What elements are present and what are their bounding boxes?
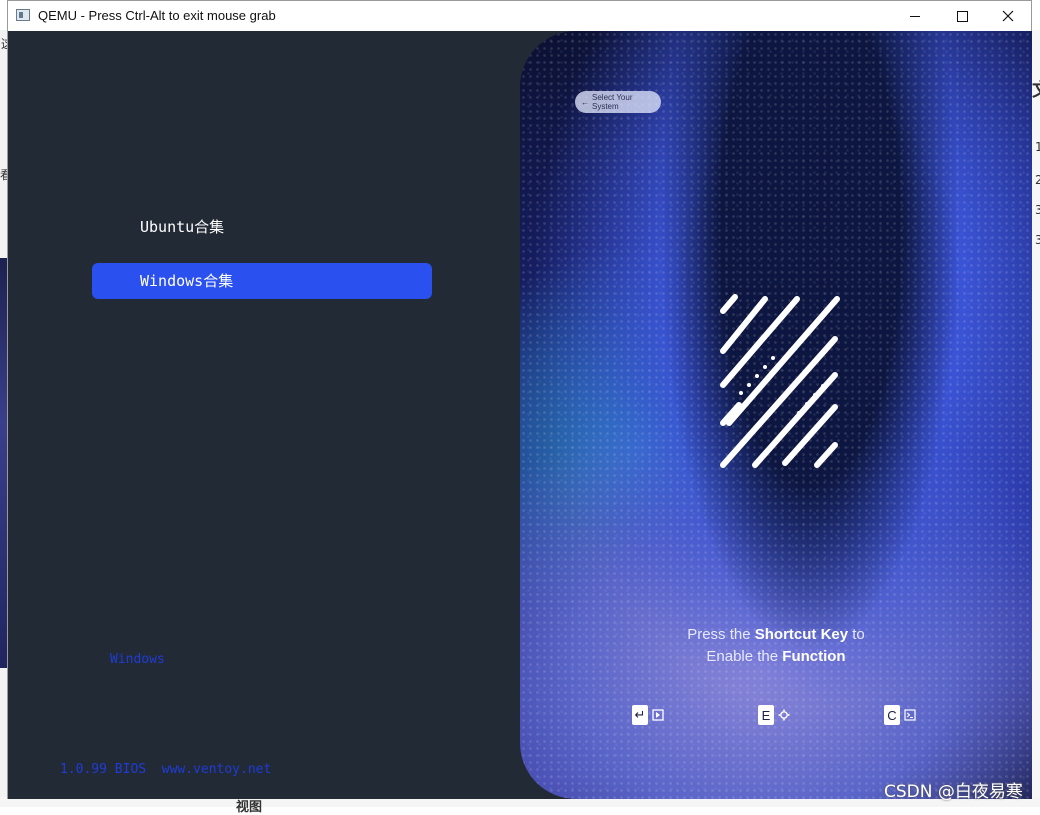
qemu-app-icon <box>16 9 30 21</box>
host-text-fragment: 文 <box>1032 76 1040 102</box>
host-text-fragment: 3 <box>1035 233 1040 247</box>
qemu-window: QEMU - Press Ctrl-Alt to exit mouse grab… <box>7 0 1032 799</box>
press-shortcut-line1: Press the Shortcut Key to <box>520 624 1032 646</box>
minimize-icon <box>910 15 920 17</box>
selected-entry-label: Windows <box>110 652 165 667</box>
ventoy-stripes-logo <box>720 294 840 468</box>
press-line2-bold: Function <box>782 648 846 665</box>
minimize-button[interactable] <box>892 1 938 31</box>
c-key: C <box>884 705 900 725</box>
boot-menu-item-windows[interactable]: Windows合集 <box>92 263 432 299</box>
select-system-label: Select Your System <box>592 93 633 111</box>
press-shortcut-line2: Enable the Function <box>520 646 1032 668</box>
host-text-fragment: 1 <box>1035 140 1040 154</box>
shortcut-edit-settings[interactable]: E <box>758 705 790 725</box>
host-text-fragment: 2 <box>1035 173 1040 187</box>
e-key: E <box>758 705 774 725</box>
enter-key: ↵ <box>632 705 648 725</box>
gear-icon <box>778 709 790 721</box>
host-text-fragment: 3 <box>1035 203 1040 217</box>
press-line1-post: to <box>848 626 865 643</box>
ventoy-version-footer: 1.0.99 BIOS www.ventoy.net <box>60 762 272 777</box>
back-arrow-icon: ← <box>581 97 589 107</box>
vm-screen[interactable]: Ubuntu合集 Windows合集 Windows 1.0.99 BIOS w… <box>8 31 1032 799</box>
csdn-watermark: CSDN @白夜易寒 <box>884 782 1023 802</box>
press-line1-pre: Press the <box>687 626 755 643</box>
close-icon <box>1002 10 1014 22</box>
window-title: QEMU - Press Ctrl-Alt to exit mouse grab <box>38 8 276 23</box>
press-line2-pre: Enable the <box>706 648 783 665</box>
shortcut-console[interactable]: C <box>884 705 916 725</box>
press-line1-bold: Shortcut Key <box>754 626 849 643</box>
shortcut-enter-boot[interactable]: ↵ <box>632 705 664 725</box>
select-system-chip[interactable]: ← Select Your System <box>575 91 661 113</box>
terminal-icon <box>904 709 916 721</box>
window-titlebar[interactable]: QEMU - Press Ctrl-Alt to exit mouse grab <box>8 1 1031 31</box>
maximize-button[interactable] <box>939 1 985 31</box>
boot-menu-item-ubuntu[interactable]: Ubuntu合集 <box>92 209 432 245</box>
theme-art-panel: ← Select Your System Press the Shortcut … <box>520 31 1032 799</box>
maximize-icon <box>956 10 968 22</box>
boot-icon <box>652 709 664 721</box>
close-button[interactable] <box>985 1 1031 31</box>
